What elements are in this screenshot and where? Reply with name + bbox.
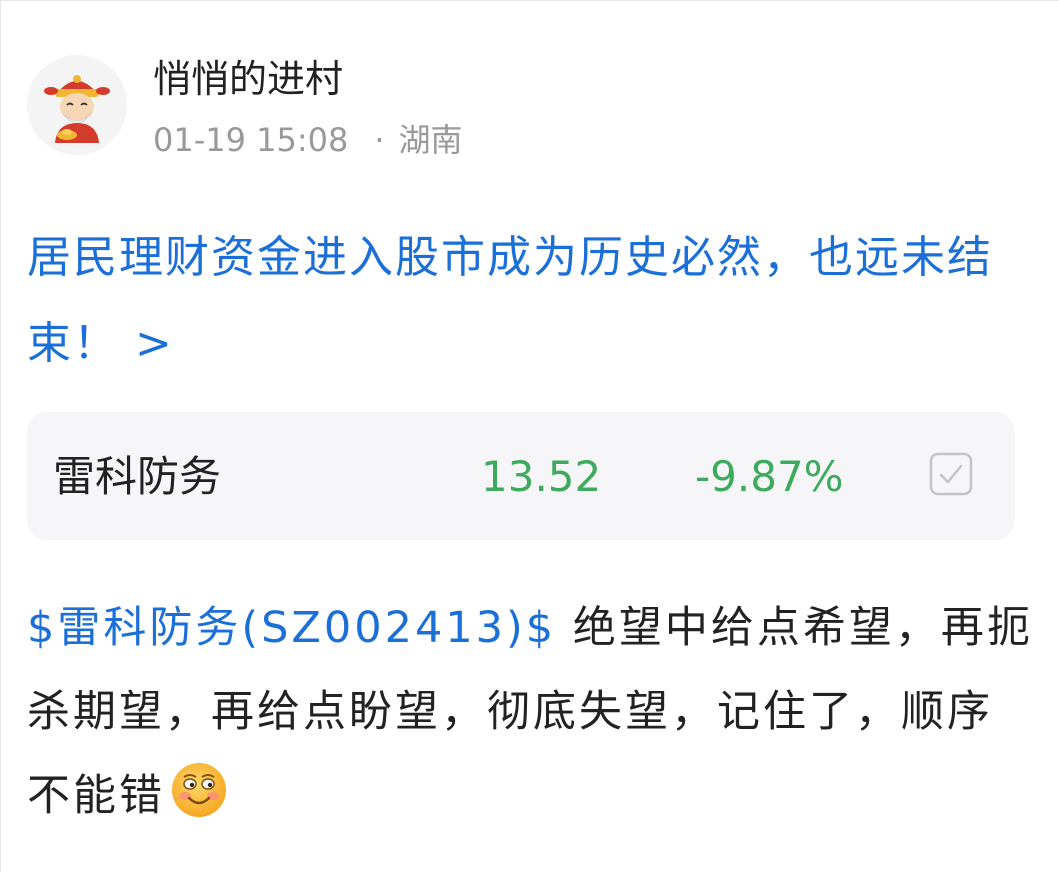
stock-name: 雷科防务	[53, 452, 222, 501]
author-avatar[interactable]	[27, 55, 127, 155]
caishen-avatar-icon	[27, 55, 127, 155]
post-title-link[interactable]: 居民理财资金进入股市成为历史必然，也远未结束！ >	[27, 215, 1027, 387]
author-name[interactable]: 悄悄的进村	[153, 53, 343, 105]
stock-mention-link[interactable]: $雷科防务(SZ002413)$	[27, 603, 556, 653]
post-timestamp: 01-19 15:08	[153, 121, 349, 159]
stock-price: 13.52	[481, 452, 602, 501]
grinning-face-emoji-icon	[169, 760, 229, 820]
stock-change-percent: -9.87%	[695, 452, 844, 501]
checkbox-icon[interactable]	[929, 452, 973, 496]
post-meta: 01-19 15:08 · 湖南	[153, 118, 463, 162]
meta-separator: ·	[374, 121, 385, 159]
post-body: $雷科防务(SZ002413)$ 绝望中给点希望，再扼杀期望，再给点盼望，彻底失…	[27, 586, 1037, 838]
post-detail-page: 悄悄的进村 01-19 15:08 · 湖南 居民理财资金进入股市成为历史必然，也远…	[0, 0, 1059, 872]
post-location: 湖南	[398, 121, 463, 159]
stock-quote-card[interactable]: 雷科防务 13.52 -9.87%	[27, 412, 1015, 540]
